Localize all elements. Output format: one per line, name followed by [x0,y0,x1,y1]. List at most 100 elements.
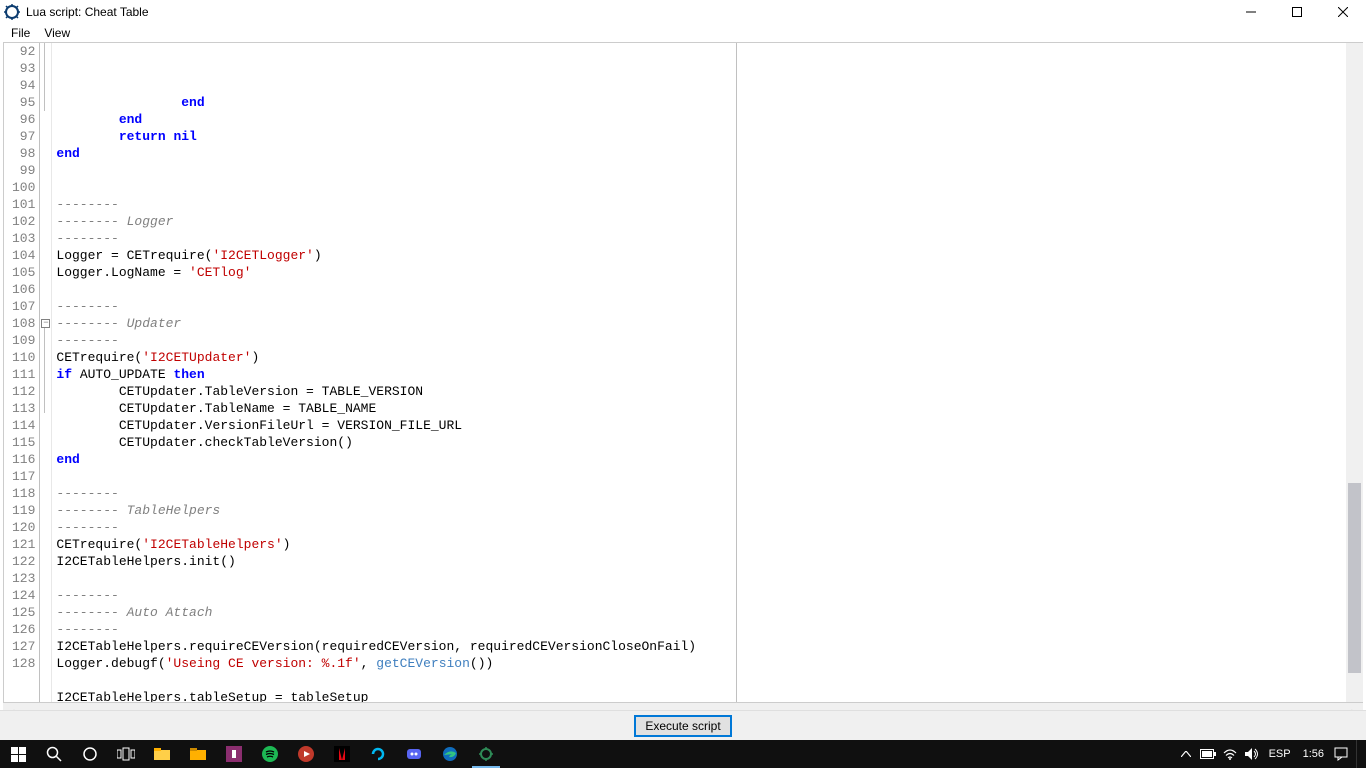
code-line[interactable]: CETUpdater.TableName = TABLE_NAME [56,400,1362,417]
line-number: 110 [12,349,35,366]
code-line[interactable]: -------- [56,230,1362,247]
code-line[interactable]: -------- [56,485,1362,502]
line-number: 116 [12,451,35,468]
taskbar-app-discord[interactable] [396,740,432,768]
taskbar-app-spotify[interactable] [252,740,288,768]
code-line[interactable]: CETrequire('I2CETableHelpers') [56,536,1362,553]
code-line[interactable] [56,570,1362,587]
code-line[interactable]: -------- [56,587,1362,604]
menu-view[interactable]: View [37,25,77,41]
window-controls [1228,0,1366,23]
vertical-scroll-thumb[interactable] [1348,483,1361,673]
taskbar-app-folder[interactable] [180,740,216,768]
code-line[interactable]: -------- Auto Attach [56,604,1362,621]
line-number: 93 [12,60,35,77]
start-button[interactable] [0,740,36,768]
line-number-gutter: 9293949596979899100101102103104105106107… [4,43,40,702]
menu-bar: File View [0,23,1366,42]
code-line[interactable]: -------- [56,519,1362,536]
code-line[interactable]: end [56,451,1362,468]
maximize-button[interactable] [1274,0,1320,23]
taskbar-app-explorer[interactable] [144,740,180,768]
code-line[interactable] [56,281,1362,298]
search-button[interactable] [36,740,72,768]
tray-notifications-icon[interactable] [1330,740,1352,768]
app-icon [2,2,22,22]
code-area[interactable]: end end return nilend---------------- Lo… [52,43,1362,702]
task-view-button[interactable] [108,740,144,768]
code-line[interactable]: -------- TableHelpers [56,502,1362,519]
code-line[interactable]: -------- [56,298,1362,315]
line-number: 102 [12,213,35,230]
tray-clock[interactable]: 1:56 [1297,748,1330,760]
line-number: 125 [12,604,35,621]
code-line[interactable]: CETUpdater.TableVersion = TABLE_VERSION [56,383,1362,400]
line-number: 92 [12,43,35,60]
line-number: 106 [12,281,35,298]
taskbar-app-cheatengine[interactable] [468,740,504,768]
code-editor[interactable]: 9293949596979899100101102103104105106107… [3,42,1363,703]
tray-volume-icon[interactable] [1241,740,1263,768]
line-number: 112 [12,383,35,400]
line-number: 124 [12,587,35,604]
code-line[interactable] [56,468,1362,485]
line-number: 94 [12,77,35,94]
line-number: 99 [12,162,35,179]
code-line[interactable] [56,162,1362,179]
code-line[interactable] [56,179,1362,196]
code-line[interactable]: -------- [56,332,1362,349]
cortana-button[interactable] [72,740,108,768]
code-line[interactable]: I2CETableHelpers.tableSetup = tableSetup [56,689,1362,703]
tray-battery-icon[interactable] [1197,740,1219,768]
taskbar-app-pink[interactable] [216,740,252,768]
code-line[interactable]: Logger = CETrequire('I2CETLogger') [56,247,1362,264]
code-line[interactable]: end [56,145,1362,162]
line-number: 113 [12,400,35,417]
menu-file[interactable]: File [4,25,37,41]
line-number: 128 [12,655,35,672]
tray-chevron-up-icon[interactable] [1175,740,1197,768]
line-number: 98 [12,145,35,162]
vertical-scrollbar[interactable] [1346,43,1363,702]
close-button[interactable] [1320,0,1366,23]
line-number: 96 [12,111,35,128]
taskbar-app-edge[interactable] [432,740,468,768]
show-desktop-button[interactable] [1356,740,1362,768]
line-number: 126 [12,621,35,638]
code-line[interactable]: CETrequire('I2CETUpdater') [56,349,1362,366]
button-bar: Execute script [0,710,1366,740]
line-number: 127 [12,638,35,655]
execute-script-button[interactable]: Execute script [634,715,731,737]
line-number: 117 [12,468,35,485]
taskbar-app-red[interactable] [288,740,324,768]
taskbar[interactable]: ESP 1:56 [0,740,1366,768]
taskbar-app-netflix[interactable] [324,740,360,768]
code-line[interactable]: end [56,111,1362,128]
code-line[interactable]: if AUTO_UPDATE then [56,366,1362,383]
code-line[interactable] [56,672,1362,689]
code-line[interactable]: return nil [56,128,1362,145]
code-line[interactable]: Logger.LogName = 'CETlog' [56,264,1362,281]
fold-toggle-icon[interactable]: − [41,319,50,328]
tray-language[interactable]: ESP [1263,748,1297,760]
code-line[interactable]: -------- Updater [56,315,1362,332]
split-ruler [736,43,737,702]
line-number: 108 [12,315,35,332]
code-line[interactable]: I2CETableHelpers.requireCEVersion(requir… [56,638,1362,655]
line-number: 115 [12,434,35,451]
fold-column[interactable]: − [40,43,52,702]
minimize-button[interactable] [1228,0,1274,23]
code-line[interactable]: -------- [56,196,1362,213]
code-line[interactable]: -------- [56,621,1362,638]
code-line[interactable]: -------- Logger [56,213,1362,230]
code-line[interactable]: CETUpdater.checkTableVersion() [56,434,1362,451]
code-line[interactable]: Logger.debugf('Useing CE version: %.1f',… [56,655,1362,672]
code-line[interactable]: I2CETableHelpers.init() [56,553,1362,570]
line-number: 103 [12,230,35,247]
line-number: 118 [12,485,35,502]
line-number: 107 [12,298,35,315]
code-line[interactable]: CETUpdater.VersionFileUrl = VERSION_FILE… [56,417,1362,434]
taskbar-app-logitech[interactable] [360,740,396,768]
code-line[interactable]: end [56,94,1362,111]
tray-wifi-icon[interactable] [1219,740,1241,768]
